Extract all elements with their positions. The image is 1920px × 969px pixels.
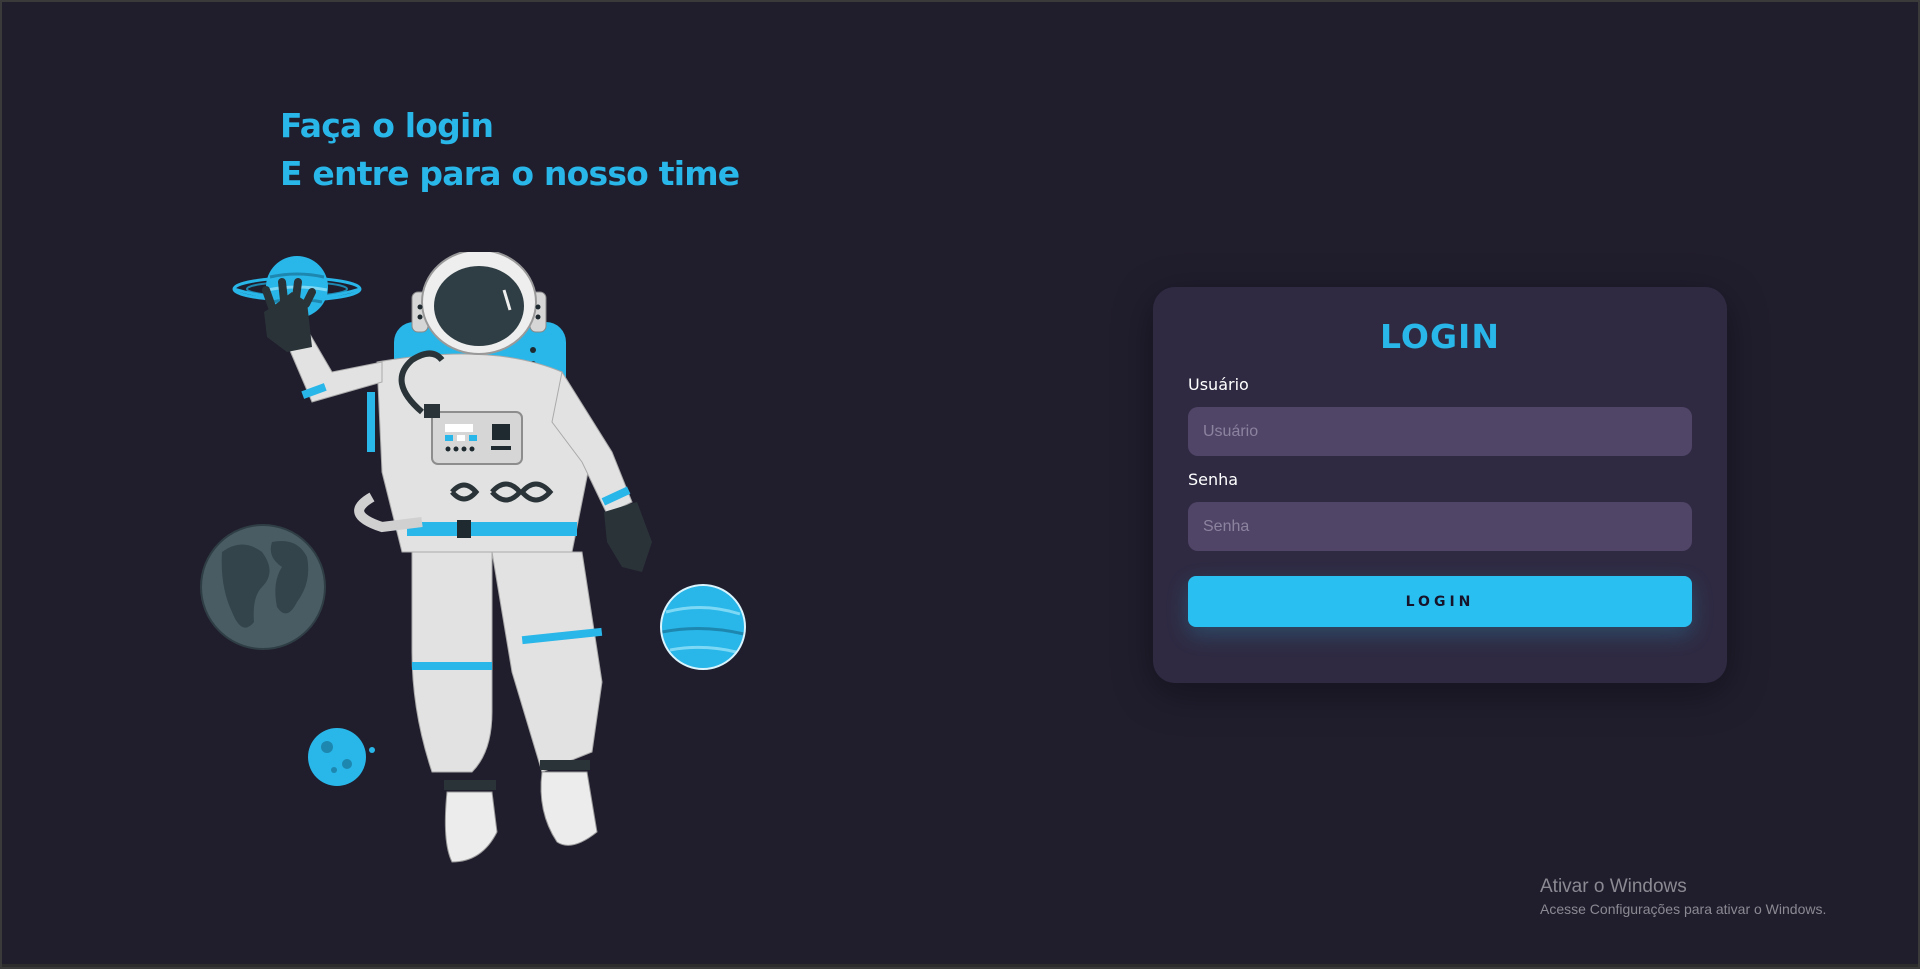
watermark-subtitle: Acesse Configurações para ativar o Windo… xyxy=(1540,901,1827,917)
login-card: LOGIN Usuário Senha LOGIN xyxy=(1153,287,1727,683)
login-button[interactable]: LOGIN xyxy=(1188,576,1692,627)
login-title: LOGIN xyxy=(1380,317,1500,356)
password-label: Senha xyxy=(1188,470,1239,489)
username-label: Usuário xyxy=(1188,375,1249,394)
password-input[interactable] xyxy=(1188,502,1692,551)
hero-headline: Faça o login E entre para o nosso time xyxy=(280,102,740,198)
login-page: Faça o login E entre para o nosso time L… xyxy=(0,0,1920,969)
headline-line-2: E entre para o nosso time xyxy=(280,154,740,193)
small-blue-planet-icon xyxy=(308,728,375,786)
username-input[interactable] xyxy=(1188,407,1692,456)
windows-activation-watermark: Ativar o Windows Acesse Configurações pa… xyxy=(1540,875,1826,919)
watermark-title: Ativar o Windows xyxy=(1540,876,1687,897)
window-bottom-edge xyxy=(2,964,1918,967)
blue-planet-icon xyxy=(660,584,746,670)
headline-line-1: Faça o login xyxy=(280,106,494,145)
earth-planet-icon xyxy=(200,524,326,650)
astronaut-illustration xyxy=(200,252,746,863)
